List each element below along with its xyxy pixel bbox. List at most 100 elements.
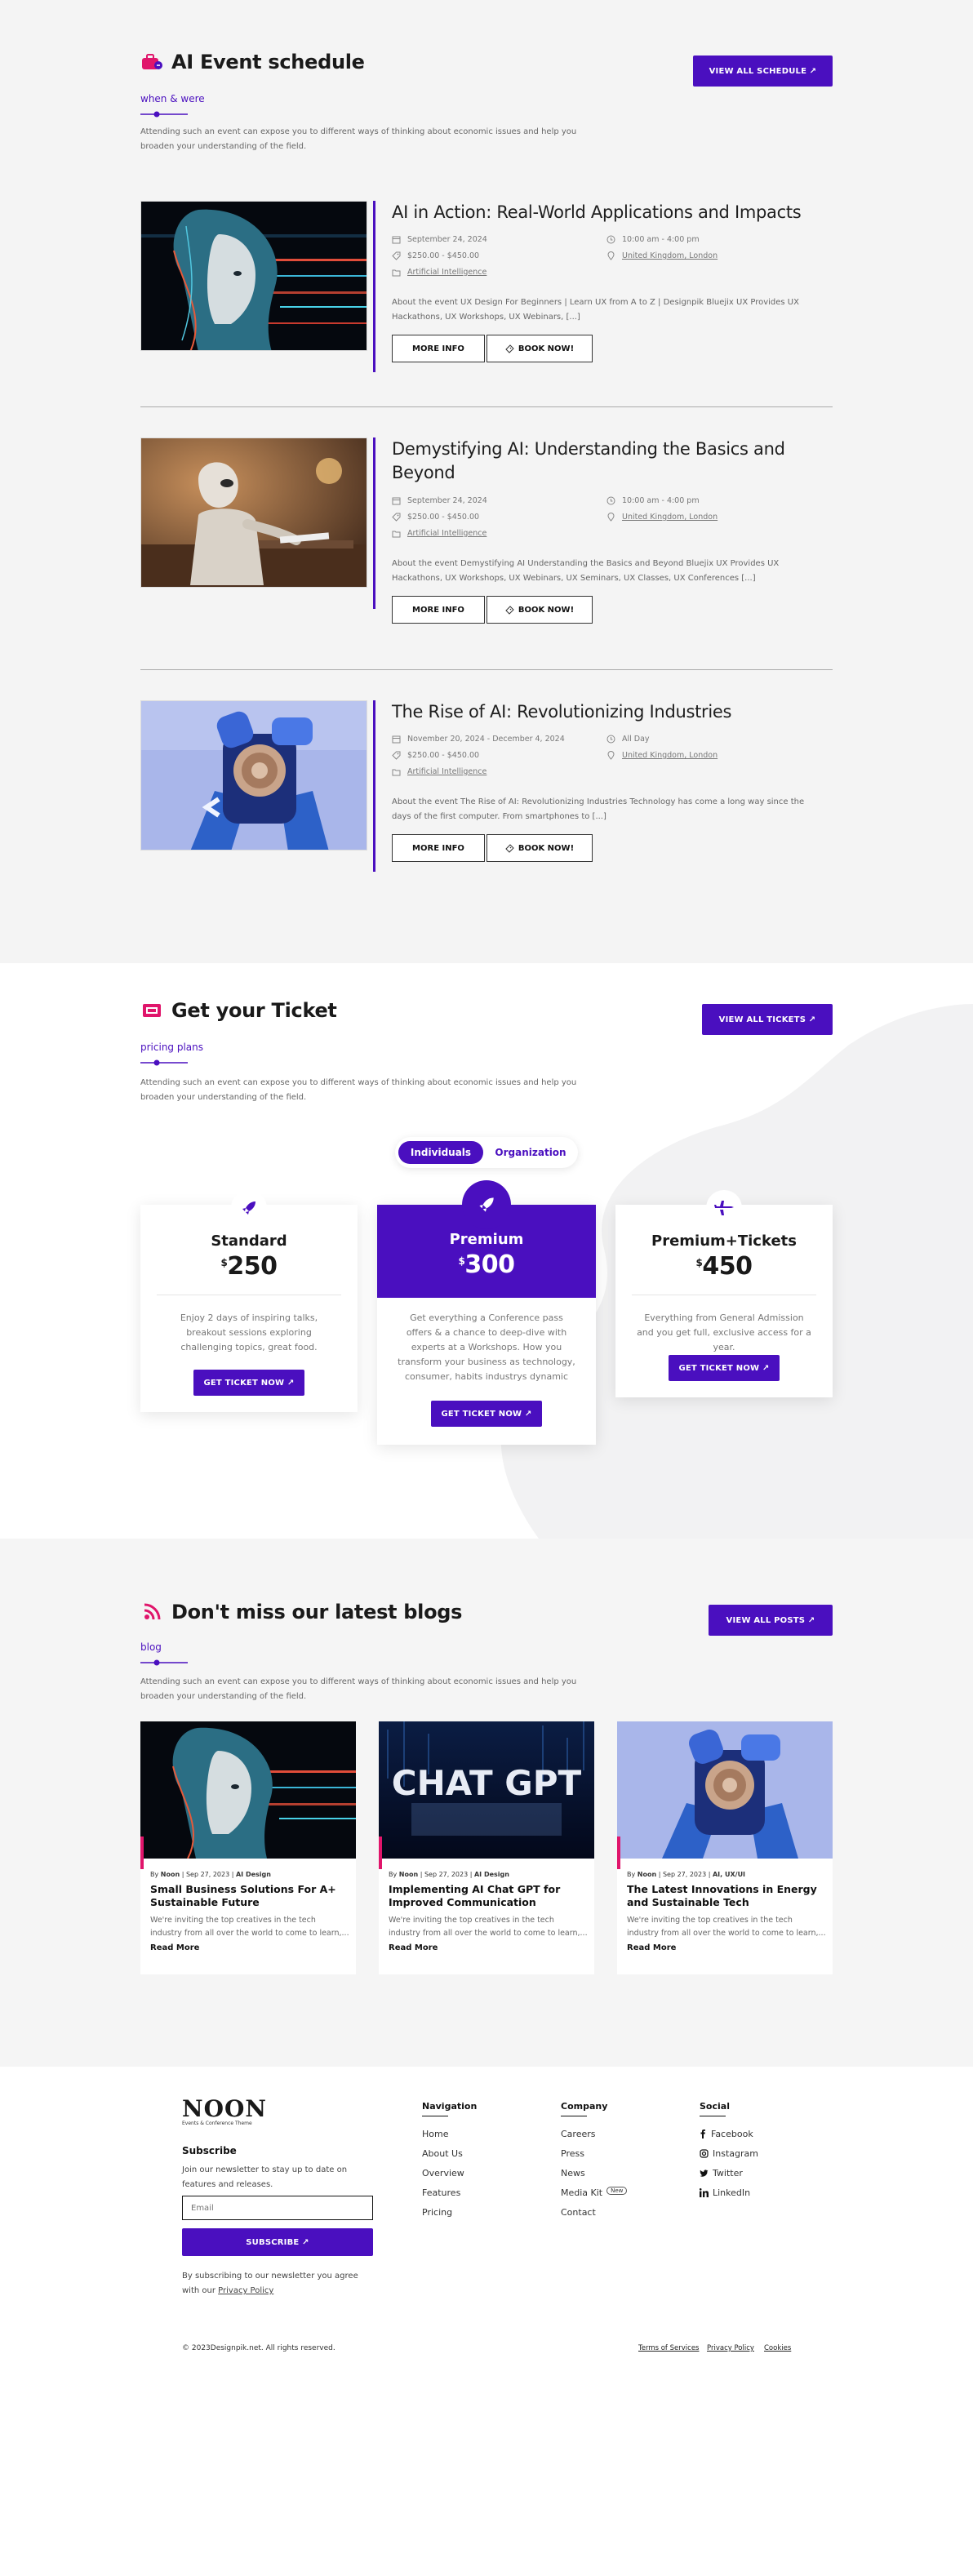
event-location[interactable]: United Kingdom, London: [606, 513, 718, 522]
blogs-subtitle: blog: [140, 1641, 162, 1653]
ticket-icon: [505, 344, 514, 353]
plan-description: Enjoy 2 days of inspiring talks, breakou…: [180, 1312, 318, 1352]
blog-title[interactable]: Implementing AI Chat GPT for Improved Co…: [389, 1883, 584, 1909]
subscribe-button[interactable]: SUBSCRIBE ↗: [182, 2228, 373, 2256]
location-pin-icon: [607, 513, 615, 522]
blog-title[interactable]: Small Business Solutions For A+ Sustaina…: [150, 1883, 346, 1909]
ticket-icon: [505, 605, 514, 615]
twitter-icon: [700, 2169, 709, 2177]
subtitle-underline: [140, 1059, 188, 1066]
rocket-icon: [462, 1180, 511, 1229]
book-now-button[interactable]: BOOK NOW!: [486, 834, 593, 862]
blog-card: By Noon | Sep 27, 2023 | AI Design Small…: [140, 1721, 356, 1974]
footer-logo-tagline: Events & Conference Theme: [182, 2121, 252, 2126]
schedule-title: AI Event schedule: [171, 51, 365, 73]
event-title[interactable]: AI in Action: Real-World Applications an…: [392, 201, 824, 224]
calendar-icon: [392, 735, 401, 744]
ticket-briefcase-icon: [140, 51, 163, 73]
price-tag-icon: [392, 251, 401, 260]
footer-link-features[interactable]: Features: [422, 2187, 460, 2198]
event-price: $250.00 - $450.00: [392, 751, 479, 760]
footer-link-home[interactable]: Home: [422, 2129, 448, 2139]
footer-link-twitter[interactable]: Twitter: [700, 2168, 743, 2178]
blog-meta: By Noon | Sep 27, 2023 | AI Design: [389, 1871, 509, 1878]
event-category[interactable]: Artificial Intelligence: [392, 268, 486, 277]
more-info-button[interactable]: MORE INFO: [392, 335, 485, 362]
cookies-link[interactable]: Cookies: [764, 2344, 791, 2352]
event-time: All Day: [606, 735, 650, 744]
price-tag-icon: [392, 513, 401, 522]
book-now-button[interactable]: BOOK NOW!: [486, 335, 593, 362]
read-more-link[interactable]: Read More: [627, 1943, 676, 1952]
view-all-schedule-button[interactable]: VIEW ALL SCHEDULE ↗: [693, 56, 833, 87]
toggle-organization[interactable]: Organization: [486, 1141, 575, 1164]
blog-image[interactable]: [617, 1721, 833, 1859]
event-title[interactable]: Demystifying AI: Understanding the Basic…: [392, 437, 824, 485]
event-description: About the event UX Design For Beginners …: [392, 298, 799, 322]
event-location[interactable]: United Kingdom, London: [606, 751, 718, 760]
linkedin-icon: [700, 2188, 709, 2197]
event-image[interactable]: [140, 201, 367, 351]
tickets-title: Get your Ticket: [171, 999, 337, 1022]
more-info-button[interactable]: MORE INFO: [392, 596, 485, 624]
event-description: About the event Demystifying AI Understa…: [392, 559, 780, 583]
clock-icon: [606, 235, 615, 244]
footer-link-linkedin[interactable]: LinkedIn: [700, 2187, 750, 2198]
blog-image[interactable]: [140, 1721, 356, 1859]
clock-icon: [606, 735, 615, 744]
footer-link-careers[interactable]: Careers: [561, 2129, 596, 2139]
footer-link-pricing[interactable]: Pricing: [422, 2207, 452, 2218]
schedule-heading: AI Event schedule: [140, 51, 365, 73]
book-now-button[interactable]: BOOK NOW!: [486, 596, 593, 624]
subtitle-underline: [140, 1659, 188, 1666]
event-image[interactable]: [140, 700, 367, 851]
privacy-policy-link[interactable]: Privacy Policy: [218, 2286, 273, 2295]
pricing-card-premium: Premium $300 Get everything a Conference…: [377, 1180, 596, 1445]
blog-accent: [617, 1837, 620, 1869]
get-ticket-button[interactable]: GET TICKET NOW ↗: [669, 1355, 780, 1381]
event-category[interactable]: Artificial Intelligence: [392, 767, 486, 776]
more-info-button[interactable]: MORE INFO: [392, 834, 485, 862]
subscribe-text: Join our newsletter to stay up to date o…: [182, 2165, 348, 2189]
get-ticket-button[interactable]: GET TICKET NOW ↗: [193, 1370, 304, 1396]
footer-link-press[interactable]: Press: [561, 2148, 584, 2159]
plan-toggle: Individuals Organization: [395, 1137, 578, 1168]
view-all-posts-button[interactable]: VIEW ALL POSTS ↗: [709, 1605, 833, 1636]
read-more-link[interactable]: Read More: [150, 1943, 199, 1952]
rss-icon: [140, 1601, 163, 1623]
price-tag-icon: [392, 751, 401, 760]
privacy-link[interactable]: Privacy Policy: [707, 2344, 754, 2352]
event-title[interactable]: The Rise of AI: Revolutionizing Industri…: [392, 700, 824, 724]
email-input[interactable]: [182, 2196, 373, 2220]
get-ticket-button[interactable]: GET TICKET NOW ↗: [431, 1401, 542, 1427]
subtitle-underline: [140, 111, 188, 118]
footer-link-about[interactable]: About Us: [422, 2148, 463, 2159]
event-location[interactable]: United Kingdom, London: [606, 251, 718, 260]
event-accent-bar: [373, 201, 375, 372]
blog-title[interactable]: The Latest Innovations in Energy and Sus…: [627, 1883, 823, 1909]
event-category[interactable]: Artificial Intelligence: [392, 529, 486, 538]
footer-link-instagram[interactable]: Instagram: [700, 2148, 758, 2159]
navigation-title: Navigation: [422, 2101, 478, 2112]
event-price: $250.00 - $450.00: [392, 251, 479, 260]
terms-link[interactable]: Terms of Services: [638, 2344, 699, 2352]
read-more-link[interactable]: Read More: [389, 1943, 438, 1952]
pricing-card-standard: Standard $250 Enjoy 2 days of inspiring …: [140, 1190, 358, 1412]
pricing-card-premium-plus: Premium+Tickets $450 Everything from Gen…: [615, 1190, 833, 1397]
event-time: 10:00 am - 4:00 pm: [606, 496, 700, 505]
footer-logo[interactable]: NOON: [182, 2098, 267, 2121]
copyright: © 2023Designpik.net. All rights reserved…: [182, 2344, 335, 2352]
event-price: $250.00 - $450.00: [392, 513, 479, 522]
footer-link-overview[interactable]: Overview: [422, 2168, 464, 2178]
blog-excerpt: We're inviting the top creatives in the …: [627, 1916, 826, 1938]
event-image[interactable]: [140, 437, 367, 588]
blog-image[interactable]: CHAT GPT: [379, 1721, 594, 1859]
footer-link-media-kit[interactable]: Media Kit New: [561, 2186, 628, 2198]
footer-link-contact[interactable]: Contact: [561, 2207, 596, 2218]
footer-link-news[interactable]: News: [561, 2168, 585, 2178]
tickets-description: Attending such an event can expose you t…: [140, 1078, 577, 1102]
footer-link-facebook[interactable]: Facebook: [700, 2129, 753, 2139]
schedule-section: AI Event schedule when & were Attending …: [0, 0, 973, 963]
view-all-tickets-button[interactable]: VIEW ALL TICKETS ↗: [702, 1004, 833, 1035]
toggle-individuals[interactable]: Individuals: [398, 1141, 483, 1164]
